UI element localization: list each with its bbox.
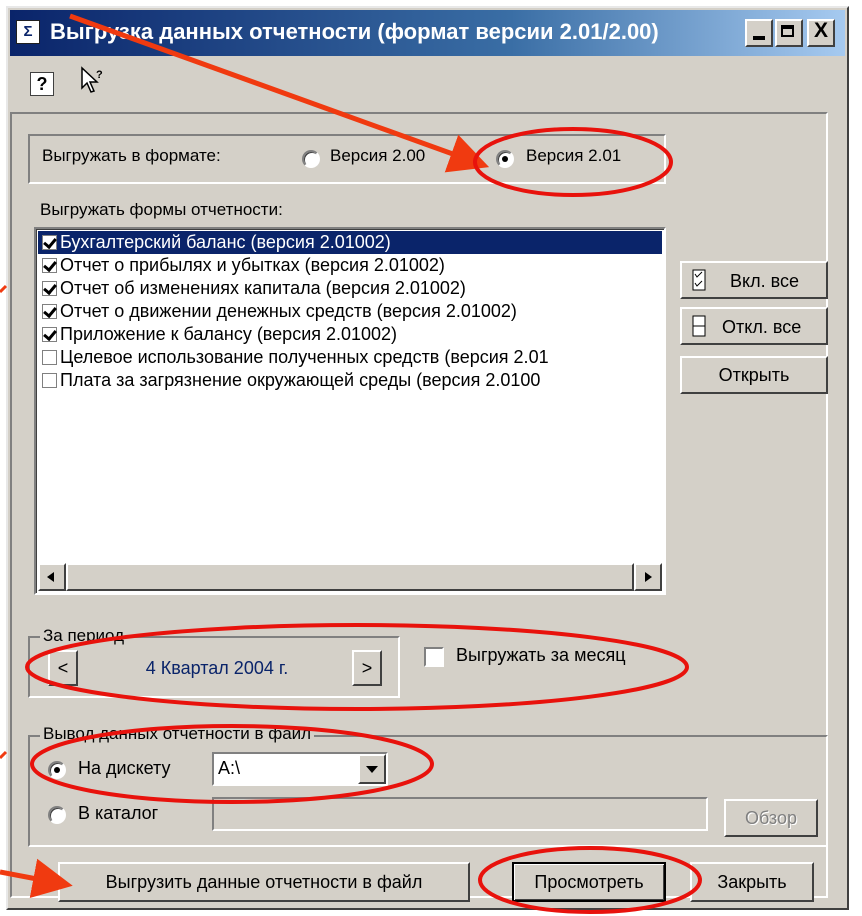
checkbox-checked[interactable] — [42, 327, 57, 342]
monthly-checkbox-label[interactable]: Выгружать за месяц — [456, 645, 626, 666]
checkbox-checked[interactable] — [42, 281, 57, 296]
window-title: Выгрузка данных отчетности (формат верси… — [50, 19, 659, 44]
check-all-button[interactable]: Вкл. все — [680, 261, 828, 299]
checkbox-unchecked[interactable] — [42, 350, 57, 365]
radio-to-floppy[interactable] — [48, 761, 66, 779]
list-item-label: Плата за загрязнение окружающей среды (в… — [60, 370, 541, 390]
radio-version-201[interactable] — [496, 150, 514, 168]
list-item[interactable]: Приложение к балансу (версия 2.01002) — [38, 323, 664, 346]
drive-select[interactable]: A:\ — [212, 752, 388, 786]
checkbox-checked[interactable] — [42, 258, 57, 273]
radio-to-folder-label[interactable]: В каталог — [78, 803, 158, 824]
toolbar: ? ? — [8, 60, 308, 100]
checklist-icon — [692, 269, 706, 291]
list-item-label: Отчет об изменениях капитала (версия 2.0… — [60, 278, 466, 298]
list-item[interactable]: Отчет о прибылях и убытках (версия 2.010… — [38, 254, 664, 277]
list-item-label: Бухгалтерский баланс (версия 2.01002) — [60, 232, 391, 252]
export-button[interactable]: Выгрузить данные отчетности в файл — [58, 862, 470, 902]
help-icon[interactable]: ? — [30, 72, 54, 96]
uncheck-all-button[interactable]: Откл. все — [680, 307, 828, 345]
list-item[interactable]: Отчет о движении денежных средств (верси… — [38, 300, 664, 323]
close-button[interactable]: Закрыть — [690, 862, 814, 902]
list-item[interactable]: Бухгалтерский баланс (версия 2.01002) — [38, 231, 662, 254]
radio-to-folder[interactable] — [48, 806, 66, 824]
preview-button[interactable]: Просмотреть — [512, 862, 666, 902]
radio-version-200-label[interactable]: Версия 2.00 — [330, 146, 425, 166]
whats-this-cursor-icon[interactable]: ? — [80, 66, 106, 96]
browse-button[interactable]: Обзор — [724, 799, 818, 837]
list-item[interactable]: Плата за загрязнение окружающей среды (в… — [38, 369, 664, 392]
close-window-button[interactable]: X — [807, 19, 835, 47]
minimize-button[interactable] — [745, 19, 773, 47]
output-group-label: Вывод данных отчетности в файл — [40, 724, 315, 744]
scroll-right-icon[interactable] — [634, 563, 662, 591]
list-item-label: Приложение к балансу (версия 2.01002) — [60, 324, 398, 344]
empty-list-icon — [692, 315, 706, 337]
list-item-label: Целевое использование полученных средств… — [60, 347, 549, 367]
list-item[interactable]: Отчет об изменениях капитала (версия 2.0… — [38, 277, 664, 300]
title-bar[interactable]: Σ Выгрузка данных отчетности (формат вер… — [10, 10, 845, 56]
open-button[interactable]: Открыть — [680, 356, 828, 394]
folder-path-input[interactable] — [212, 797, 708, 831]
period-value: 4 Квартал 2004 г. — [145, 658, 289, 678]
list-item-label: Отчет о движении денежных средств (верси… — [60, 301, 517, 321]
radio-version-201-label[interactable]: Версия 2.01 — [526, 146, 621, 166]
period-group-label: За период — [40, 626, 128, 646]
period-next-button[interactable]: > — [352, 650, 382, 686]
check-all-label: Вкл. все — [730, 271, 799, 291]
forms-listbox[interactable]: Бухгалтерский баланс (версия 2.01002) От… — [34, 227, 666, 595]
close-icon: X — [813, 19, 828, 42]
checkbox-checked[interactable] — [42, 235, 57, 250]
drive-select-value: A:\ — [218, 758, 241, 778]
maximize-button[interactable] — [775, 19, 803, 47]
checkbox-checked[interactable] — [42, 304, 57, 319]
chevron-down-icon[interactable] — [358, 754, 386, 784]
list-item[interactable]: Целевое использование полученных средств… — [38, 346, 664, 369]
forms-label: Выгружать формы отчетности: — [40, 200, 283, 219]
svg-text:?: ? — [96, 69, 103, 81]
period-prev-button[interactable]: < — [48, 650, 78, 686]
checkbox-unchecked[interactable] — [42, 373, 57, 388]
horizontal-scrollbar[interactable] — [38, 563, 662, 591]
list-item-label: Отчет о прибылях и убытках (версия 2.010… — [60, 255, 445, 275]
radio-to-floppy-label[interactable]: На дискету — [78, 758, 171, 779]
app-sigma-icon: Σ — [16, 20, 40, 44]
scroll-thumb[interactable] — [66, 563, 634, 591]
radio-version-200[interactable] — [302, 150, 320, 168]
monthly-checkbox[interactable] — [424, 647, 444, 667]
scroll-left-icon[interactable] — [38, 563, 66, 591]
uncheck-all-label: Откл. все — [722, 317, 802, 337]
format-label: Выгружать в формате: — [42, 146, 221, 165]
